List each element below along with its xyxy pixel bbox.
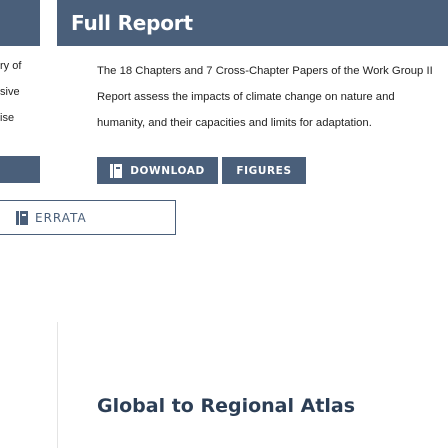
left-description-line: ry of (0, 60, 22, 72)
figures-button[interactable]: FIGURES (222, 157, 306, 184)
download-label: DOWNLOAD (130, 164, 205, 177)
book-icon (110, 163, 123, 178)
errata-box: ERRATA (0, 200, 176, 235)
errata-label: ERRATA (35, 211, 87, 225)
full-report-description: The 18 Chapters and 7 Cross-Chapter Pape… (97, 65, 433, 129)
download-button[interactable]: DOWNLOAD (97, 157, 218, 184)
full-report-banner: Full Report (57, 0, 448, 46)
left-download-button[interactable] (0, 156, 40, 183)
figures-label: FIGURES (236, 164, 292, 177)
column-divider (57, 322, 58, 448)
full-report-title: Full Report (71, 11, 193, 35)
left-description-line: sive (0, 86, 20, 98)
book-icon (16, 211, 28, 225)
errata-link[interactable]: ERRATA (16, 211, 87, 225)
left-report-banner (0, 0, 40, 46)
left-description-line: ise (0, 112, 15, 124)
atlas-heading[interactable]: Global to Regional Atlas (97, 395, 355, 417)
